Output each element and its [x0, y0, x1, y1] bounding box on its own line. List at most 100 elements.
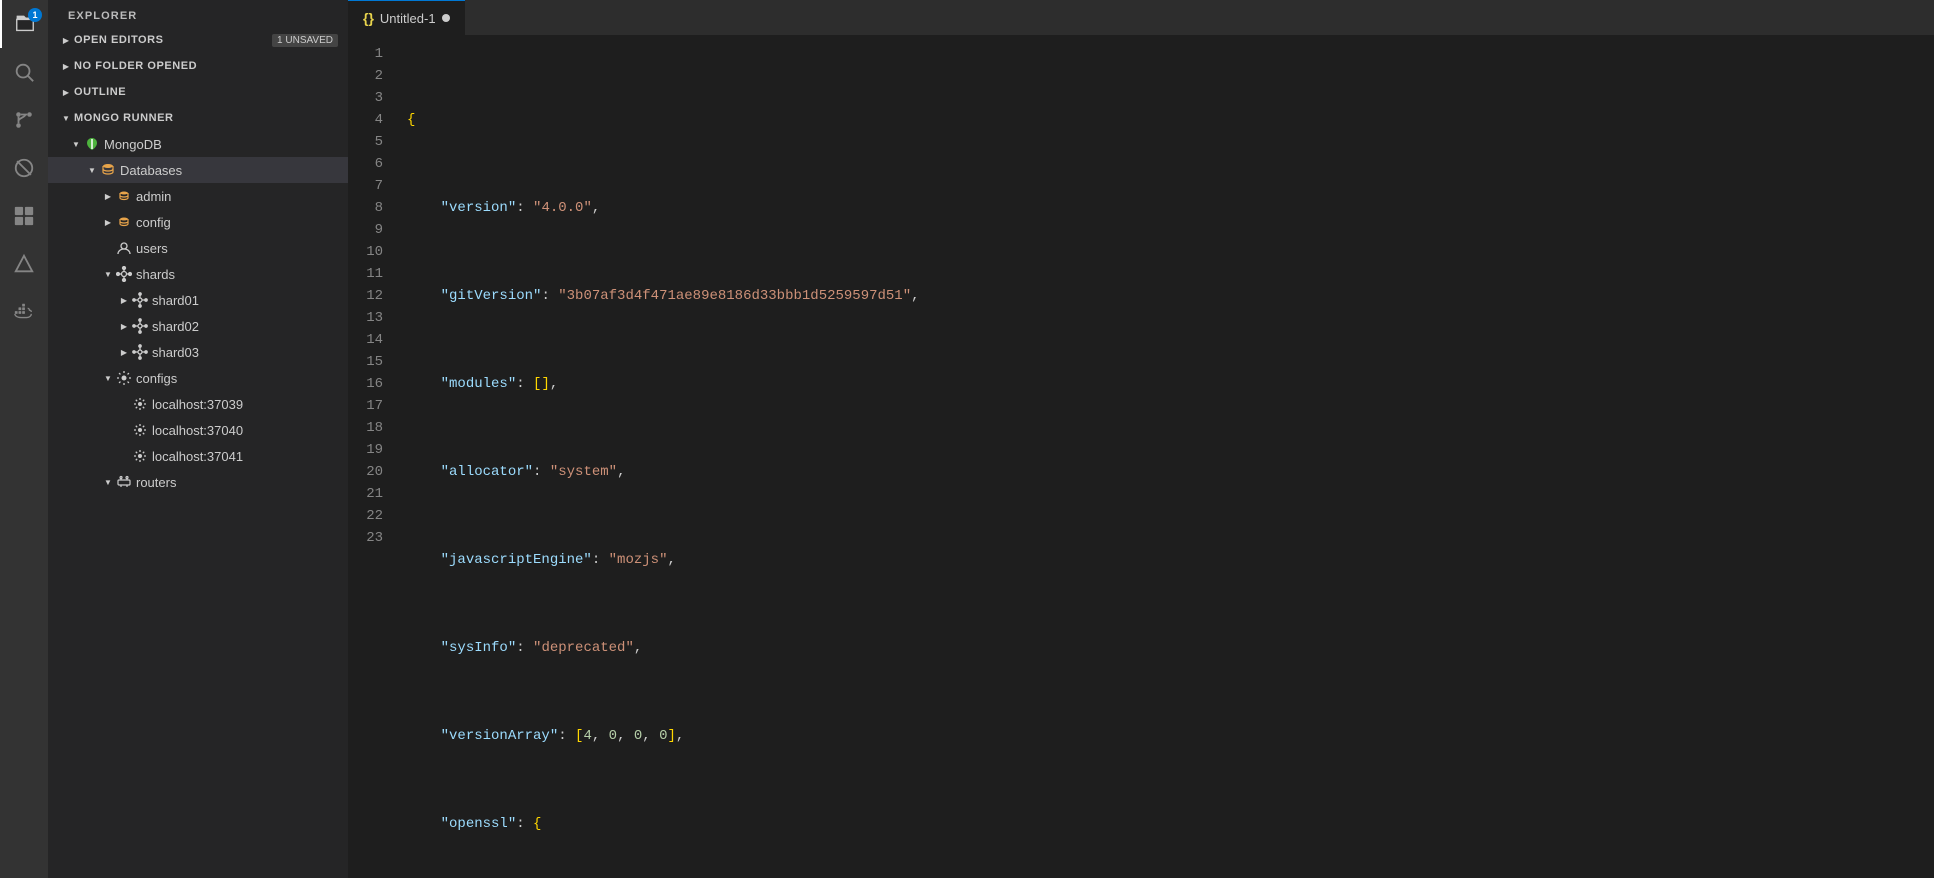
outline-label: OUTLINE — [74, 86, 338, 98]
line-num-12: 12 — [356, 285, 383, 307]
deploy-svg-icon — [13, 253, 35, 275]
sidebar-title: EXPLORER — [48, 0, 348, 27]
config-db-arrow — [100, 214, 116, 230]
sidebar-item-configs[interactable]: configs — [48, 365, 348, 391]
sidebar-item-shard01[interactable]: shard01 — [48, 287, 348, 313]
code-line-6: "javascriptEngine": "mozjs", — [403, 549, 1934, 571]
shard01-label: shard01 — [152, 293, 338, 308]
line-num-7: 7 — [356, 175, 383, 197]
localhost-37040-label: localhost:37040 — [152, 423, 338, 438]
code-editor[interactable]: 1 2 3 4 5 6 7 8 9 10 11 12 13 14 15 16 1… — [348, 35, 1934, 878]
line-num-5: 5 — [356, 131, 383, 153]
git-svg-icon — [13, 109, 35, 131]
config-db-icon — [116, 214, 132, 230]
sidebar-item-admin[interactable]: admin — [48, 183, 348, 209]
no-folder-label: NO FOLDER OPENED — [74, 60, 338, 72]
configs-arrow — [100, 370, 116, 386]
tab-modified-dot — [442, 14, 450, 22]
code-line-5: "allocator": "system", — [403, 461, 1934, 483]
open-editors-label: OPEN EDITORS — [74, 34, 264, 46]
users-collection-icon — [116, 240, 132, 256]
sidebar-item-localhost-37040[interactable]: localhost:37040 — [48, 417, 348, 443]
no-symbol-activity-icon[interactable] — [0, 144, 48, 192]
line-num-10: 10 — [356, 241, 383, 263]
tab-label: Untitled-1 — [380, 11, 436, 26]
shard02-label: shard02 — [152, 319, 338, 334]
line-num-16: 16 — [356, 373, 383, 395]
line-num-23: 23 — [356, 527, 383, 549]
key-allocator: "allocator" — [441, 461, 533, 483]
localhost-37039-gear-icon — [132, 396, 148, 412]
sidebar-section-outline[interactable]: OUTLINE — [48, 79, 348, 105]
docker-activity-icon[interactable] — [0, 288, 48, 336]
config-db-label: config — [136, 215, 338, 230]
sidebar-item-config-db[interactable]: config — [48, 209, 348, 235]
users-label: users — [136, 241, 338, 256]
databases-arrow — [84, 162, 100, 178]
source-control-activity-icon[interactable] — [0, 96, 48, 144]
code-line-3: "gitVersion": "3b07af3d4f471ae89e8186d33… — [403, 285, 1934, 307]
admin-label: admin — [136, 189, 338, 204]
sidebar-section-no-folder[interactable]: NO FOLDER OPENED — [48, 53, 348, 79]
sidebar-item-users[interactable]: users — [48, 235, 348, 261]
line-num-22: 22 — [356, 505, 383, 527]
localhost-37040-gear-icon — [132, 422, 148, 438]
sidebar-section-mongo-runner[interactable]: MONGO RUNNER — [48, 105, 348, 131]
line-num-20: 20 — [356, 461, 383, 483]
search-activity-icon[interactable] — [0, 48, 48, 96]
configs-label: configs — [136, 371, 338, 386]
sidebar-item-shard03[interactable]: shard03 — [48, 339, 348, 365]
admin-db-icon — [116, 188, 132, 204]
line-numbers: 1 2 3 4 5 6 7 8 9 10 11 12 13 14 15 16 1… — [348, 35, 403, 878]
line-num-11: 11 — [356, 263, 383, 285]
key-openssl: "openssl" — [441, 813, 517, 835]
explorer-activity-icon[interactable]: 1 — [0, 0, 48, 48]
sidebar-item-routers[interactable]: routers — [48, 469, 348, 495]
code-line-7: "sysInfo": "deprecated", — [403, 637, 1934, 659]
databases-icon — [100, 162, 116, 178]
outline-arrow — [58, 84, 74, 100]
line-num-6: 6 — [356, 153, 383, 175]
code-line-4: "modules": [], — [403, 373, 1934, 395]
extensions-activity-icon[interactable] — [0, 192, 48, 240]
line-num-14: 14 — [356, 329, 383, 351]
bracket-open: [] — [533, 373, 550, 395]
val-allocator: "system" — [550, 461, 617, 483]
shards-label: shards — [136, 267, 338, 282]
key-jsengine: "javascriptEngine" — [441, 549, 592, 571]
localhost-37039-label: localhost:37039 — [152, 397, 338, 412]
open-editors-badge: 1 UNSAVED — [272, 34, 338, 47]
line-num-1: 1 — [356, 43, 383, 65]
key-versionarray: "versionArray" — [441, 725, 559, 747]
sidebar-item-shards[interactable]: shards — [48, 261, 348, 287]
line-num-13: 13 — [356, 307, 383, 329]
code-line-2: "version": "4.0.0", — [403, 197, 1934, 219]
line-num-15: 15 — [356, 351, 383, 373]
extensions-svg-icon — [13, 205, 35, 227]
configs-icon — [116, 370, 132, 386]
deploy-activity-icon[interactable] — [0, 240, 48, 288]
line-num-8: 8 — [356, 197, 383, 219]
code-line-9: "openssl": { — [403, 813, 1934, 835]
editor-area: {} Untitled-1 1 2 3 4 5 6 7 8 9 10 11 12… — [348, 0, 1934, 878]
sidebar-item-shard02[interactable]: shard02 — [48, 313, 348, 339]
localhost-37041-label: localhost:37041 — [152, 449, 338, 464]
sidebar-item-mongodb[interactable]: MongoDB — [48, 131, 348, 157]
shard03-arrow — [116, 344, 132, 360]
line-num-17: 17 — [356, 395, 383, 417]
shard03-icon — [132, 344, 148, 360]
tab-json-icon: {} — [363, 10, 374, 26]
brace-open: { — [407, 109, 415, 131]
mongo-runner-label: MONGO RUNNER — [74, 112, 338, 124]
no-folder-arrow — [58, 58, 74, 74]
key-sysinfo: "sysInfo" — [441, 637, 517, 659]
tab-untitled-1[interactable]: {} Untitled-1 — [348, 0, 465, 35]
code-line-8: "versionArray": [4, 0, 0, 0], — [403, 725, 1934, 747]
routers-arrow — [100, 474, 116, 490]
sidebar-item-localhost-37039[interactable]: localhost:37039 — [48, 391, 348, 417]
sidebar-item-localhost-37041[interactable]: localhost:37041 — [48, 443, 348, 469]
code-content: { "version": "4.0.0", "gitVersion": "3b0… — [403, 35, 1934, 878]
sidebar-section-open-editors[interactable]: OPEN EDITORS 1 UNSAVED — [48, 27, 348, 53]
val-sysinfo: "deprecated" — [533, 637, 634, 659]
sidebar-item-databases[interactable]: Databases — [48, 157, 348, 183]
